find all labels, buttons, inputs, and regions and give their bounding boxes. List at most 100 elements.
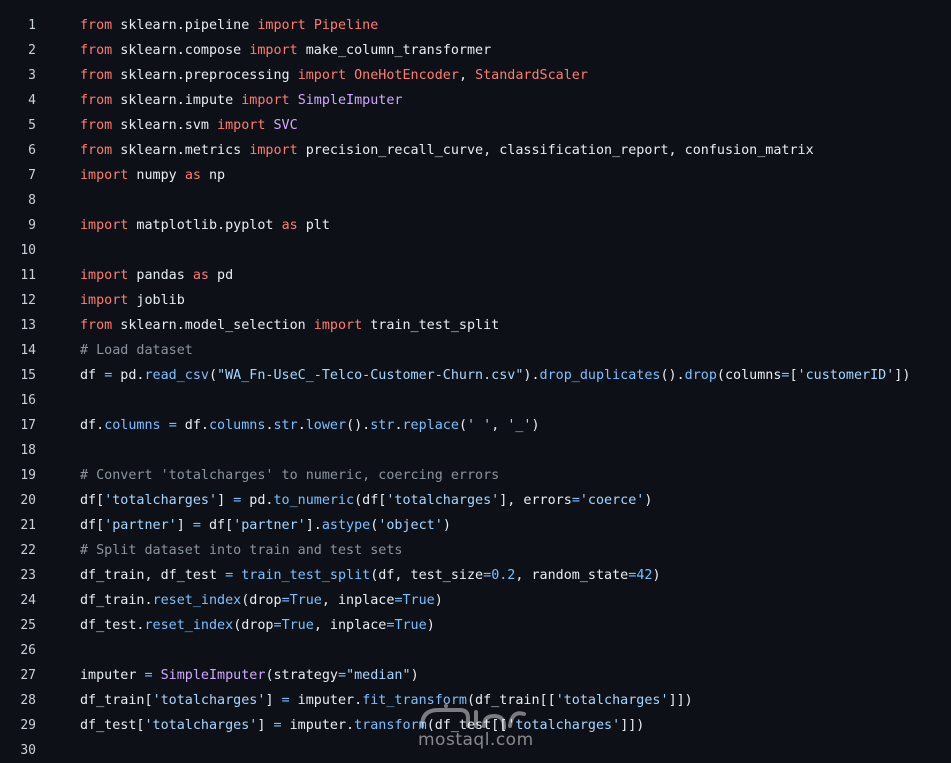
code-line[interactable]: 8 <box>0 188 951 213</box>
code-line[interactable]: 28 df_train['totalcharges'] = imputer.fit… <box>0 688 951 713</box>
line-number[interactable]: 10 <box>0 238 36 263</box>
code-line[interactable]: 30 <box>0 738 951 763</box>
string-token: 'partner' <box>104 518 177 533</box>
code-line[interactable]: 2 from sklearn.compose import make_column… <box>0 38 951 63</box>
code-content[interactable]: from sklearn.impute import SimpleImputer <box>80 88 403 113</box>
line-number[interactable]: 22 <box>0 538 36 563</box>
text-token: (strategy <box>265 668 338 683</box>
line-number[interactable]: 30 <box>0 738 36 763</box>
code-line[interactable]: 29 df_test['totalcharges'] = imputer.tran… <box>0 713 951 738</box>
code-content[interactable]: # Load dataset <box>80 338 193 363</box>
line-number[interactable]: 26 <box>0 638 36 663</box>
code-content[interactable]: from sklearn.svm import SVC <box>80 113 298 138</box>
line-number[interactable]: 2 <box>0 38 36 63</box>
code-line[interactable]: 25 df_test.reset_index(drop=True, inplace… <box>0 613 951 638</box>
line-number[interactable]: 25 <box>0 613 36 638</box>
keyword-token: import <box>217 118 266 133</box>
code-line[interactable]: 18 <box>0 438 951 463</box>
code-line[interactable]: 21 df['partner'] = df['partner'].astype('… <box>0 513 951 538</box>
line-number[interactable]: 27 <box>0 663 36 688</box>
line-number[interactable]: 28 <box>0 688 36 713</box>
code-content[interactable]: # Split dataset into train and test sets <box>80 538 402 563</box>
code-content[interactable]: import numpy as np <box>80 163 225 188</box>
line-number[interactable]: 18 <box>0 438 36 463</box>
code-content[interactable]: from sklearn.compose import make_column_… <box>80 38 491 63</box>
keyword-token: import <box>80 168 129 183</box>
code-line[interactable]: 20 df['totalcharges'] = pd.to_numeric(df[… <box>0 488 951 513</box>
code-line[interactable]: 12 import joblib <box>0 288 951 313</box>
code-line[interactable]: 13 from sklearn.model_selection import tr… <box>0 313 951 338</box>
code-line[interactable]: 6 from sklearn.metrics import precision_r… <box>0 138 951 163</box>
line-number[interactable]: 29 <box>0 713 36 738</box>
code-view[interactable]: 1 from sklearn.pipeline import Pipeline 2 f… <box>0 13 951 763</box>
code-content[interactable]: from sklearn.preprocessing import OneHot… <box>80 63 588 88</box>
code-line[interactable]: 22 # Split dataset into train and test se… <box>0 538 951 563</box>
code-line[interactable]: 7 import numpy as np <box>0 163 951 188</box>
code-content[interactable]: from sklearn.metrics import precision_re… <box>80 138 814 163</box>
line-number[interactable]: 7 <box>0 163 36 188</box>
code-line[interactable]: 16 <box>0 388 951 413</box>
code-line[interactable]: 10 <box>0 238 951 263</box>
line-number[interactable]: 6 <box>0 138 36 163</box>
line-number[interactable]: 8 <box>0 188 36 213</box>
code-content[interactable]: df['partner'] = df['partner'].astype('ob… <box>80 513 451 538</box>
line-number[interactable]: 16 <box>0 388 36 413</box>
line-number[interactable]: 5 <box>0 113 36 138</box>
line-number[interactable]: 24 <box>0 588 36 613</box>
code-content[interactable]: import matplotlib.pyplot as plt <box>80 213 330 238</box>
text-token: df_train. <box>80 593 153 608</box>
line-number[interactable]: 12 <box>0 288 36 313</box>
code-line[interactable]: 5 from sklearn.svm import SVC <box>0 113 951 138</box>
line-number[interactable]: 13 <box>0 313 36 338</box>
code-line[interactable]: 24 df_train.reset_index(drop=True, inplac… <box>0 588 951 613</box>
text-token: ) <box>531 418 540 433</box>
code-line[interactable]: 26 <box>0 638 951 663</box>
text-token: ) <box>410 668 419 683</box>
code-content[interactable]: df_test['totalcharges'] = imputer.transf… <box>80 713 644 738</box>
code-content[interactable]: import pandas as pd <box>80 263 233 288</box>
code-line[interactable]: 11 import pandas as pd <box>0 263 951 288</box>
line-number[interactable]: 23 <box>0 563 36 588</box>
code-line[interactable]: 14 # Load dataset <box>0 338 951 363</box>
code-content[interactable]: df = pd.read_csv("WA_Fn-UseC_-Telco-Cust… <box>80 363 910 388</box>
line-number[interactable]: 4 <box>0 88 36 113</box>
keyword-token: as <box>192 268 209 283</box>
text-token: df_train, df_test <box>80 568 226 583</box>
code-content[interactable]: from sklearn.pipeline import Pipeline <box>80 13 378 38</box>
line-number[interactable]: 21 <box>0 513 36 538</box>
code-content[interactable]: df.columns = df.columns.str.lower().str.… <box>80 413 540 438</box>
line-number[interactable]: 14 <box>0 338 36 363</box>
code-content[interactable]: df_train, df_test = train_test_split(df,… <box>80 563 661 588</box>
code-line[interactable]: 17 df.columns = df.columns.str.lower().st… <box>0 413 951 438</box>
code-content[interactable]: df_train.reset_index(drop=True, inplace=… <box>80 588 443 613</box>
line-number[interactable]: 3 <box>0 63 36 88</box>
code-line[interactable]: 15 df = pd.read_csv("WA_Fn-UseC_-Telco-Cu… <box>0 363 951 388</box>
constant-token: = <box>273 618 282 633</box>
line-number[interactable]: 1 <box>0 13 36 38</box>
code-content[interactable]: from sklearn.model_selection import trai… <box>80 313 499 338</box>
code-content[interactable]: df['totalcharges'] = pd.to_numeric(df['t… <box>80 488 652 513</box>
string-token: ' ' <box>467 418 492 433</box>
keyword-token: import <box>297 68 347 83</box>
code-content[interactable]: df_train['totalcharges'] = imputer.fit_t… <box>80 688 693 713</box>
code-line[interactable]: 9 import matplotlib.pyplot as plt <box>0 213 951 238</box>
code-line[interactable]: 19 # Convert 'totalcharges' to numeric, c… <box>0 463 951 488</box>
code-content[interactable]: import joblib <box>80 288 185 313</box>
code-line[interactable]: 3 from sklearn.preprocessing import OneHo… <box>0 63 951 88</box>
line-number[interactable]: 9 <box>0 213 36 238</box>
code-content[interactable]: imputer = SimpleImputer(strategy="median… <box>80 663 419 688</box>
line-number[interactable]: 11 <box>0 263 36 288</box>
text-token: df_test. <box>80 618 145 633</box>
line-number[interactable]: 15 <box>0 363 36 388</box>
code-content[interactable]: # Convert 'totalcharges' to numeric, coe… <box>80 463 499 488</box>
line-number[interactable]: 20 <box>0 488 36 513</box>
code-line[interactable]: 27 imputer = SimpleImputer(strategy="medi… <box>0 663 951 688</box>
code-line[interactable]: 1 from sklearn.pipeline import Pipeline <box>0 13 951 38</box>
line-number[interactable]: 19 <box>0 463 36 488</box>
string-token: 'customerID' <box>797 368 895 383</box>
code-line[interactable]: 4 from sklearn.impute import SimpleImpute… <box>0 88 951 113</box>
code-content[interactable]: df_test.reset_index(drop=True, inplace=T… <box>80 613 435 638</box>
code-line[interactable]: 23 df_train, df_test = train_test_split(d… <box>0 563 951 588</box>
constant-token: = <box>483 568 492 583</box>
line-number[interactable]: 17 <box>0 413 36 438</box>
